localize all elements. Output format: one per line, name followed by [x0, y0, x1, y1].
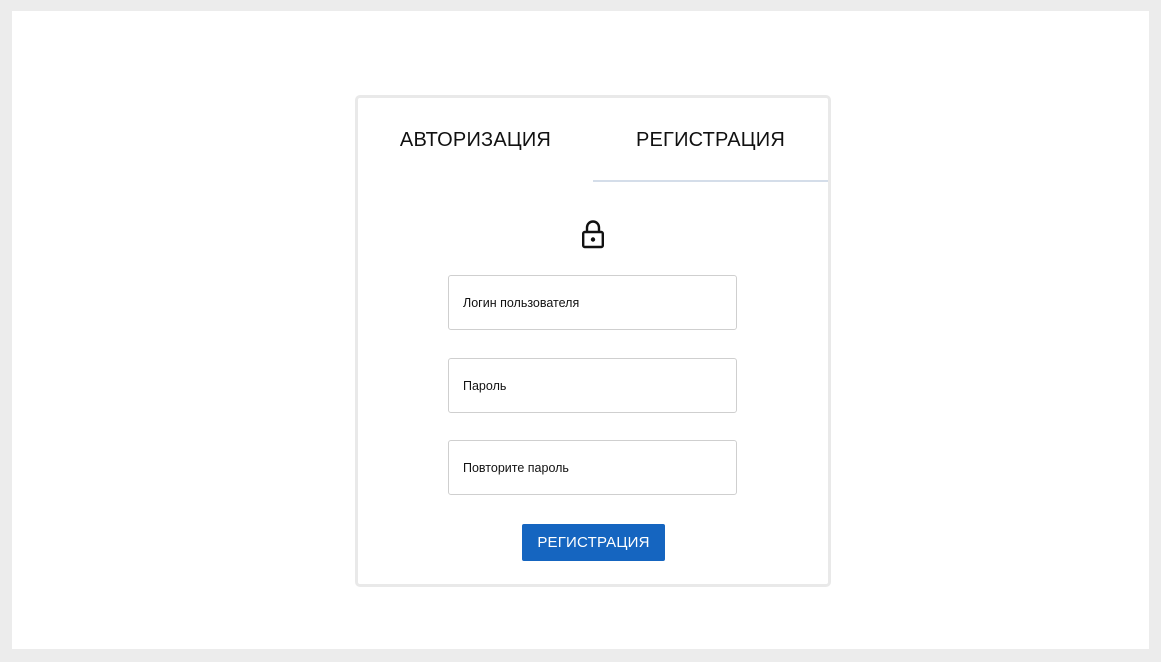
password-input[interactable] — [449, 359, 736, 412]
login-field[interactable] — [448, 275, 737, 330]
auth-tabs: АВТОРИЗАЦИЯ РЕГИСТРАЦИЯ — [358, 98, 828, 182]
tab-register-label: РЕГИСТРАЦИЯ — [635, 128, 786, 151]
tab-login-label: АВТОРИЗАЦИЯ — [399, 128, 552, 151]
repeat-password-field[interactable] — [448, 440, 737, 495]
lock-icon — [582, 220, 605, 249]
auth-card: АВТОРИЗАЦИЯ РЕГИСТРАЦИЯ РЕГИСТРАЦИЯ — [355, 95, 831, 587]
tab-login[interactable]: АВТОРИЗАЦИЯ — [358, 98, 593, 182]
active-tab-indicator — [593, 180, 828, 182]
repeat-password-input[interactable] — [449, 441, 736, 494]
register-button[interactable]: РЕГИСТРАЦИЯ — [522, 524, 665, 561]
login-input[interactable] — [449, 276, 736, 329]
tab-register[interactable]: РЕГИСТРАЦИЯ — [593, 98, 828, 182]
page-background: АВТОРИЗАЦИЯ РЕГИСТРАЦИЯ РЕГИСТРАЦИЯ — [12, 11, 1149, 649]
password-field[interactable] — [448, 358, 737, 413]
